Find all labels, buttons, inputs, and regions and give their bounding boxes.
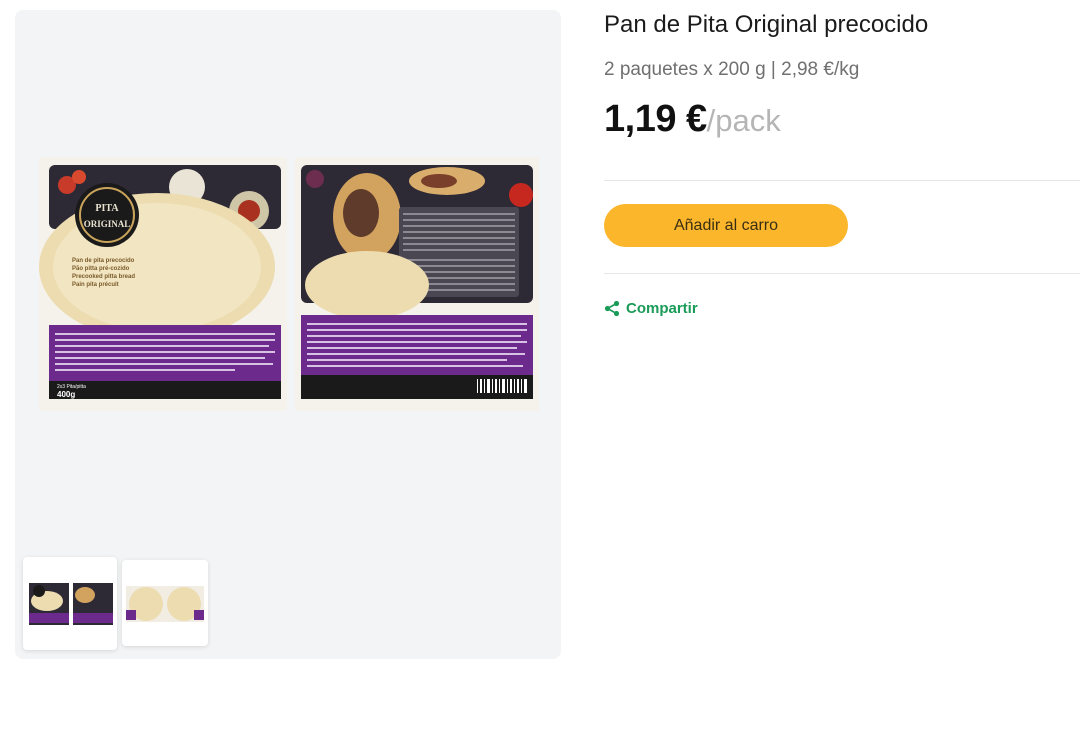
share-label: Compartir <box>626 300 698 317</box>
product-main-image[interactable]: PITA ORIGINAL Pan de pita precocido Pão … <box>37 155 541 415</box>
share-icon <box>604 300 620 317</box>
share-button[interactable]: Compartir <box>604 300 698 317</box>
price-unit: /pack <box>706 103 781 138</box>
package-desc-1: Pan de pita precocido <box>72 258 135 264</box>
gallery-thumbnail-2[interactable] <box>122 560 208 646</box>
product-title: Pan de Pita Original precocido <box>604 11 929 38</box>
package-back <box>295 157 539 411</box>
package-logo-line2: ORIGINAL <box>84 219 131 229</box>
package-desc-4: Pain pita précuit <box>72 282 119 288</box>
divider <box>604 180 1080 181</box>
product-price: 1,19 € <box>604 98 707 140</box>
package-weight: 400g <box>57 390 75 399</box>
add-to-cart-button[interactable]: Añadir al carro <box>604 204 848 247</box>
product-gallery: PITA ORIGINAL Pan de pita precocido Pão … <box>15 10 561 659</box>
price-row: 1,19 €/pack <box>604 98 781 141</box>
product-subtitle: 2 paquetes x 200 g | 2,98 €/kg <box>604 59 860 80</box>
package-logo-line1: PITA <box>95 203 119 214</box>
package-desc-3: Precooked pitta bread <box>72 274 135 280</box>
divider <box>604 273 1080 274</box>
package-desc-2: Pão pitta pré-cozido <box>72 266 130 272</box>
package-front: PITA ORIGINAL Pan de pita precocido Pão … <box>39 157 287 411</box>
gallery-thumbnail-1[interactable] <box>23 557 117 650</box>
